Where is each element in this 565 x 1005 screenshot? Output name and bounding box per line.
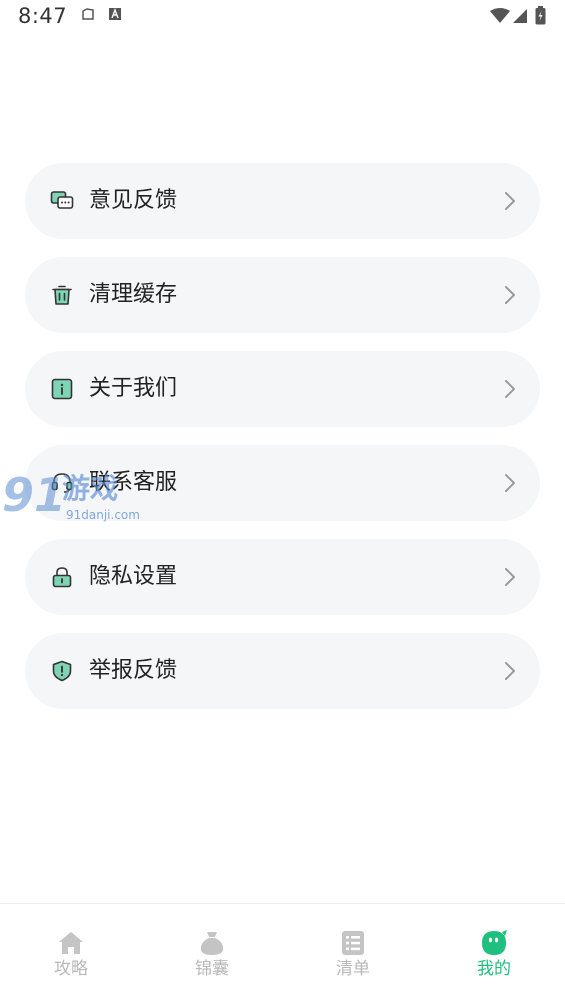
bottom-nav: 攻略 锦囊 清单 我的: [0, 903, 565, 1005]
nav-label: 清单: [336, 959, 370, 979]
nav-label: 我的: [477, 959, 511, 979]
home-icon: [59, 932, 83, 954]
menu-item-about-us[interactable]: 关于我们: [25, 351, 540, 427]
profile-icon: [482, 930, 507, 955]
battery-icon: [535, 6, 546, 25]
menu-item-customer-service[interactable]: 联系客服: [25, 445, 540, 521]
trash-icon: [52, 285, 72, 305]
nav-item-mine[interactable]: 我的: [444, 930, 544, 990]
wifi-icon: [490, 8, 510, 23]
notification-icon: [82, 8, 94, 20]
settings-menu: 意见反馈 清理缓存 关于我们 联系客服 隐私设置 举报反馈: [25, 163, 540, 727]
chevron-right-icon: [505, 380, 515, 398]
chevron-right-icon: [505, 192, 515, 210]
nav-item-checklist[interactable]: 清单: [303, 930, 403, 990]
chevron-right-icon: [505, 474, 515, 492]
menu-item-label: 举报反馈: [89, 658, 178, 683]
feedback-icon: [50, 191, 74, 209]
menu-item-label: 意见反馈: [89, 188, 178, 213]
bag-icon: [200, 932, 224, 955]
signal-icon: [513, 9, 527, 23]
headset-icon: [51, 473, 73, 493]
menu-item-label: 清理缓存: [89, 282, 178, 307]
nav-label: 攻略: [54, 959, 88, 979]
shield-alert-icon: [52, 660, 72, 682]
status-bar: 8:47: [0, 0, 565, 34]
nav-item-tips[interactable]: 锦囊: [162, 930, 262, 990]
app-notification-icon: [109, 8, 121, 20]
menu-item-label: 关于我们: [89, 376, 178, 401]
status-time: 8:47: [18, 4, 68, 28]
chevron-right-icon: [505, 662, 515, 680]
nav-item-guides[interactable]: 攻略: [21, 930, 121, 990]
chevron-right-icon: [505, 286, 515, 304]
menu-item-label: 隐私设置: [89, 564, 178, 589]
menu-item-feedback[interactable]: 意见反馈: [25, 163, 540, 239]
list-icon: [342, 931, 364, 955]
menu-item-clear-cache[interactable]: 清理缓存: [25, 257, 540, 333]
menu-item-label: 联系客服: [89, 470, 178, 495]
menu-item-privacy-settings[interactable]: 隐私设置: [25, 539, 540, 615]
lock-icon: [52, 567, 72, 588]
chevron-right-icon: [505, 568, 515, 586]
nav-label: 锦囊: [195, 959, 229, 979]
info-icon: [51, 378, 73, 400]
menu-item-report-feedback[interactable]: 举报反馈: [25, 633, 540, 709]
